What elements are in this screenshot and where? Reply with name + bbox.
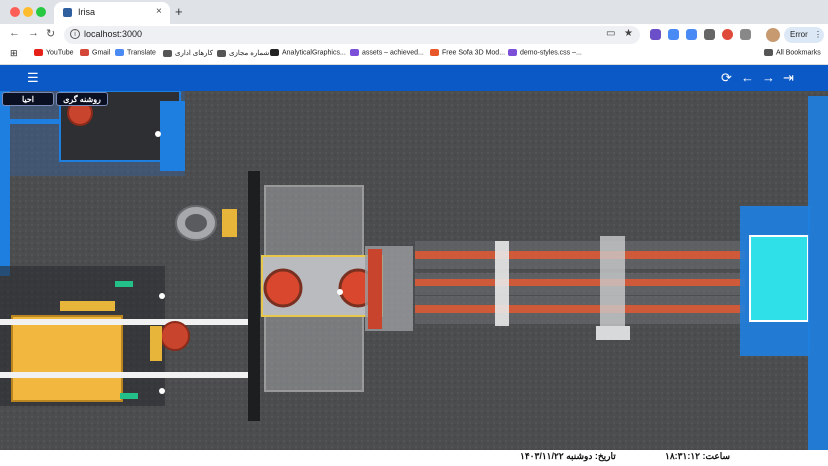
translate-extension-icon[interactable]	[686, 29, 697, 40]
back-arrow-icon[interactable]: ←	[741, 70, 754, 85]
revive-button[interactable]: احیا	[2, 92, 54, 106]
apps-grid-icon[interactable]: ⊞	[10, 48, 18, 59]
all-bookmarks-folder[interactable]: All Bookmarks	[764, 49, 821, 56]
browser-toolbar: ← → ↻ i localhost:3000 ▭ ★ Error ⋮	[0, 24, 828, 46]
error-label: Error	[790, 30, 808, 39]
bookmark-item[interactable]: AnalyticalGraphics...	[270, 49, 346, 56]
back-button[interactable]: ←	[9, 27, 20, 39]
status-bar: ساعت: ۱۸:۳۱:۱۲ تاریخ: دوشنبه ۱۴۰۳/۱۱/۲۲	[0, 450, 828, 466]
youtube-icon	[34, 49, 43, 56]
bookmark-item[interactable]: demo-styles.css –...	[508, 49, 582, 56]
github-icon	[270, 49, 279, 56]
bookmarks-bar: ⊞ YouTube Gmail Translate کارهای اداری ش…	[0, 46, 828, 65]
bookmark-item[interactable]: assets – achieved...	[350, 49, 424, 56]
3d-scene-viewport[interactable]: احیا روشنه گری	[0, 91, 828, 450]
calendar-date: تاریخ: دوشنبه ۱۴۰۳/۱۱/۲۲	[520, 451, 616, 461]
bookmark-item[interactable]: Free Sofa 3D Mod...	[430, 49, 505, 56]
forward-button[interactable]: →	[28, 27, 39, 39]
clock-time: ساعت: ۱۸:۳۱:۱۲	[665, 451, 730, 461]
folder-icon	[217, 49, 226, 57]
ladle-model	[175, 205, 237, 241]
maximize-window-button[interactable]	[36, 7, 46, 17]
folder-icon	[764, 49, 773, 56]
extension-icon[interactable]	[704, 29, 715, 40]
bookmark-folder[interactable]: شماره مجازی	[217, 49, 269, 57]
extension-icon[interactable]	[650, 29, 661, 40]
address-bar[interactable]: i localhost:3000 ▭ ★	[64, 26, 640, 44]
folder-icon	[163, 49, 172, 57]
close-window-button[interactable]	[10, 7, 20, 17]
more-menu-icon[interactable]: ⋮	[814, 30, 822, 39]
bookmark-item[interactable]: Translate	[115, 49, 156, 56]
glitch-icon	[350, 49, 359, 56]
minimize-window-button[interactable]	[23, 7, 33, 17]
profile-avatar[interactable]	[766, 28, 780, 42]
reload-button[interactable]: ↻	[46, 27, 55, 40]
bookmark-item[interactable]: Gmail	[80, 49, 110, 56]
puzzle-icon[interactable]	[740, 29, 751, 40]
bookmark-item[interactable]: YouTube	[34, 49, 74, 56]
tab-close-icon[interactable]: ×	[156, 6, 162, 17]
bookmark-star-icon[interactable]: ★	[624, 28, 633, 39]
new-tab-button[interactable]: +	[175, 4, 183, 19]
exit-icon[interactable]: ⇥	[783, 70, 794, 86]
error-button[interactable]: Error ⋮	[784, 27, 824, 43]
menu-icon[interactable]: ☰	[27, 70, 39, 86]
lighting-button[interactable]: روشنه گری	[56, 92, 108, 106]
install-app-icon[interactable]: ▭	[606, 28, 615, 39]
url-text[interactable]: localhost:3000	[84, 29, 142, 39]
glitch-icon	[508, 49, 517, 56]
bookmark-folder[interactable]: کارهای اداری	[163, 49, 213, 57]
site-info-icon[interactable]: i	[70, 29, 80, 39]
sofa-icon	[430, 49, 439, 56]
tab-title: Irisa	[78, 7, 96, 17]
scene-illustration	[0, 91, 828, 450]
refresh-icon[interactable]: ⟳	[721, 70, 732, 86]
browser-tab[interactable]: Irisa ×	[54, 2, 170, 24]
app-header-bar: ☰ ⟳ ← → ⇥	[0, 65, 828, 91]
browser-tab-strip: Irisa × +	[0, 0, 828, 24]
color-picker-icon[interactable]	[722, 29, 733, 40]
gmail-icon	[80, 49, 89, 56]
forward-arrow-icon[interactable]: →	[762, 70, 775, 85]
translate-icon	[115, 49, 124, 56]
tab-favicon-icon	[63, 8, 72, 17]
translate-extension-icon[interactable]	[668, 29, 679, 40]
